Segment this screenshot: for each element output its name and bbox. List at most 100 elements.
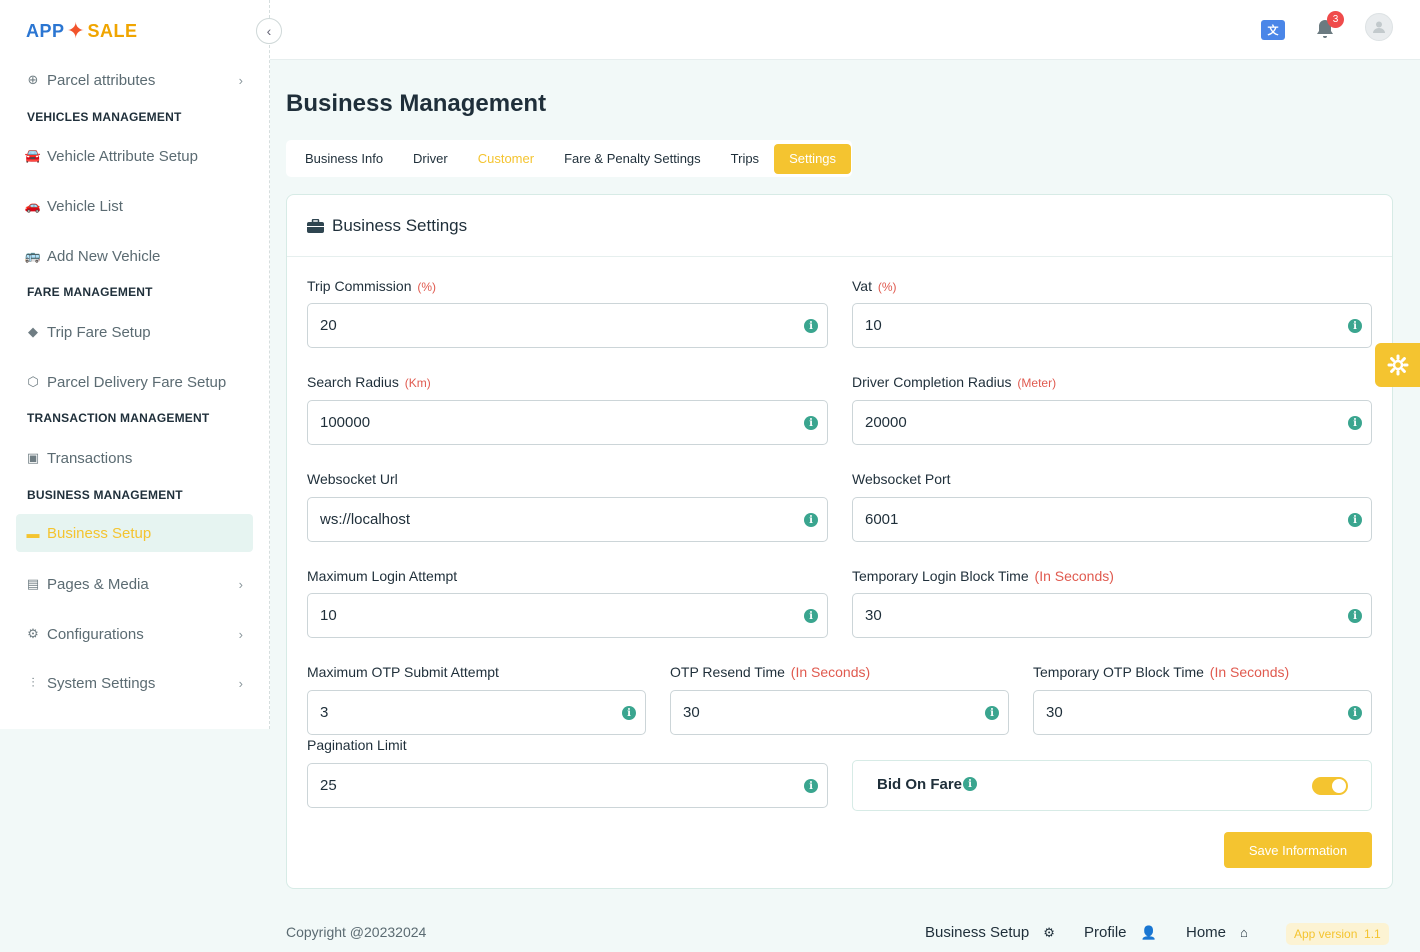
avatar[interactable] (1365, 13, 1393, 41)
bid-on-fare-label: Bid On Fare (877, 776, 963, 793)
info-icon[interactable]: i (804, 319, 818, 333)
websocket-port-input[interactable]: 6001 i (852, 497, 1372, 542)
app-logo[interactable]: APP ✦ SALE (26, 16, 137, 46)
footer-copyright: Copyright @20232024 (286, 924, 427, 940)
tab-business-info[interactable]: Business Info (290, 144, 398, 174)
info-icon[interactable]: i (622, 706, 636, 720)
card-title: Business Settings (332, 215, 468, 235)
tab-customer[interactable]: Customer (463, 144, 549, 174)
bid-on-fare-toggle[interactable] (1312, 777, 1348, 795)
info-icon[interactable]: i (1348, 319, 1362, 333)
max-otp-attempt-label: Maximum OTP Submit Attempt (307, 664, 499, 680)
tab-trips[interactable]: Trips (716, 144, 774, 174)
sidebar-item-trip-fare-setup[interactable]: ◆ Trip Fare Setup (16, 313, 253, 351)
trip-commission-label: Trip Commission (%) (307, 278, 437, 294)
briefcase-icon (307, 218, 324, 233)
wallet-icon: ▣ (26, 450, 40, 465)
footer-link-profile[interactable]: Profile 👤 (1084, 924, 1157, 941)
chevron-left-icon: ‹ (266, 23, 272, 39)
search-radius-label: Search Radius (Km) (307, 374, 431, 390)
translate-icon[interactable]: 文 (1261, 20, 1285, 40)
info-icon[interactable]: i (985, 706, 999, 720)
tabs: Business Info Driver Customer Fare & Pen… (286, 140, 852, 177)
info-icon[interactable]: i (1348, 513, 1362, 527)
toggle-knob (1332, 779, 1346, 793)
chevron-right-icon: › (238, 576, 243, 592)
info-icon[interactable]: i (804, 779, 818, 793)
sidebar-item-system-settings[interactable]: ⫶ System Settings › (16, 664, 253, 702)
footer-link-business-setup[interactable]: Business Setup ⚙ (925, 924, 1055, 941)
temp-login-block-label: Temporary Login Block Time (In Seconds) (852, 568, 1114, 584)
websocket-url-input[interactable]: ws://localhost i (307, 497, 828, 542)
temp-otp-block-input[interactable]: 30 i (1033, 690, 1372, 735)
info-icon[interactable]: i (963, 777, 977, 791)
gear-icon: ⚙ (27, 626, 39, 641)
plus-circle-icon: ⊕ (27, 72, 39, 87)
chevron-right-icon: › (238, 72, 243, 88)
pagination-limit-label: Pagination Limit (307, 737, 407, 753)
info-icon[interactable]: i (1348, 706, 1362, 720)
sidebar: APP ✦ SALE ⊕ Parcel attributes › VEHICLES … (0, 0, 270, 729)
vat-input[interactable]: 10 i (852, 303, 1372, 348)
websocket-port-label: Websocket Port (852, 471, 951, 487)
driver-completion-radius-label: Driver Completion Radius (Meter) (852, 374, 1057, 390)
footer-link-home[interactable]: Home ⌂ (1186, 924, 1248, 941)
websocket-url-label: Websocket Url (307, 471, 398, 487)
sidebar-item-transactions[interactable]: ▣ Transactions (16, 439, 253, 477)
settings-float-button[interactable] (1375, 343, 1420, 387)
bid-on-fare-box: Bid On Fare i (852, 760, 1372, 811)
otp-resend-time-input[interactable]: 30 i (670, 690, 1009, 735)
info-icon[interactable]: i (804, 416, 818, 430)
page-title: Business Management (286, 90, 547, 117)
sidebar-item-vehicle-attribute-setup[interactable]: 🚘 Vehicle Attribute Setup (16, 137, 253, 175)
gear-icon: ⚙ (1043, 924, 1055, 940)
info-icon[interactable]: i (804, 609, 818, 623)
max-login-attempt-label: Maximum Login Attempt (307, 568, 458, 584)
search-radius-input[interactable]: 100000 i (307, 400, 828, 445)
max-login-attempt-input[interactable]: 10 i (307, 593, 828, 638)
box-icon: ⬡ (27, 374, 39, 389)
topbar: 文 3 (270, 0, 1420, 60)
sliders-icon: ⫶ (31, 675, 35, 690)
pagination-limit-input[interactable]: 25 i (307, 763, 828, 808)
app-version-badge: App version 1.1 (1286, 923, 1389, 945)
info-icon[interactable]: i (1348, 416, 1362, 430)
driver-completion-radius-input[interactable]: 20000 i (852, 400, 1372, 445)
tab-fare-penalty-settings[interactable]: Fare & Penalty Settings (549, 144, 716, 174)
sidebar-item-configurations[interactable]: ⚙ Configurations › (16, 615, 253, 653)
sidebar-item-pages-media[interactable]: ▤ Pages & Media › (16, 565, 253, 603)
trip-commission-input[interactable]: 20 i (307, 303, 828, 348)
tab-settings[interactable]: Settings (774, 143, 852, 174)
sidebar-item-business-setup[interactable]: ▬ Business Setup (16, 514, 253, 552)
diamond-icon: ◆ (28, 324, 38, 339)
notification-badge: 3 (1327, 11, 1344, 28)
sidebar-collapse-button[interactable]: ‹ (256, 18, 282, 44)
nav-heading-vehicles: VEHICLES MANAGEMENT (27, 110, 182, 124)
sidebar-item-add-new-vehicle[interactable]: 🚌 Add New Vehicle (16, 237, 253, 275)
nav-heading-fare: FARE MANAGEMENT (27, 285, 153, 299)
info-icon[interactable]: i (804, 513, 818, 527)
briefcase-icon: ▬ (26, 525, 40, 541)
temp-otp-block-label: Temporary OTP Block Time (In Seconds) (1033, 664, 1290, 680)
save-information-button[interactable]: Save Information (1224, 832, 1372, 868)
home-icon: ⌂ (1240, 925, 1248, 940)
otp-resend-time-label: OTP Resend Time (In Seconds) (670, 664, 871, 680)
car-side-icon: 🚗 (24, 198, 42, 213)
tab-driver[interactable]: Driver (398, 144, 463, 174)
file-icon: ▤ (26, 576, 40, 591)
sidebar-item-vehicle-list[interactable]: 🚗 Vehicle List (16, 187, 253, 225)
temp-login-block-input[interactable]: 30 i (852, 593, 1372, 638)
nav-heading-transaction: TRANSACTION MANAGEMENT (27, 411, 210, 425)
chevron-right-icon: › (238, 626, 243, 642)
sidebar-item-parcel-delivery-fare-setup[interactable]: ⬡ Parcel Delivery Fare Setup (16, 363, 253, 401)
user-icon: 👤 (1140, 924, 1157, 940)
card-header: Business Settings (287, 195, 1392, 257)
bus-icon: 🚌 (24, 248, 42, 263)
sidebar-item-parcel-attributes[interactable]: ⊕ Parcel attributes › (16, 61, 253, 99)
car-icon: 🚘 (24, 148, 42, 163)
gear-icon (1387, 354, 1408, 376)
chevron-right-icon: › (238, 675, 243, 691)
nav-heading-business: BUSINESS MANAGEMENT (27, 488, 183, 502)
info-icon[interactable]: i (1348, 609, 1362, 623)
max-otp-attempt-input[interactable]: 3i (307, 690, 646, 735)
